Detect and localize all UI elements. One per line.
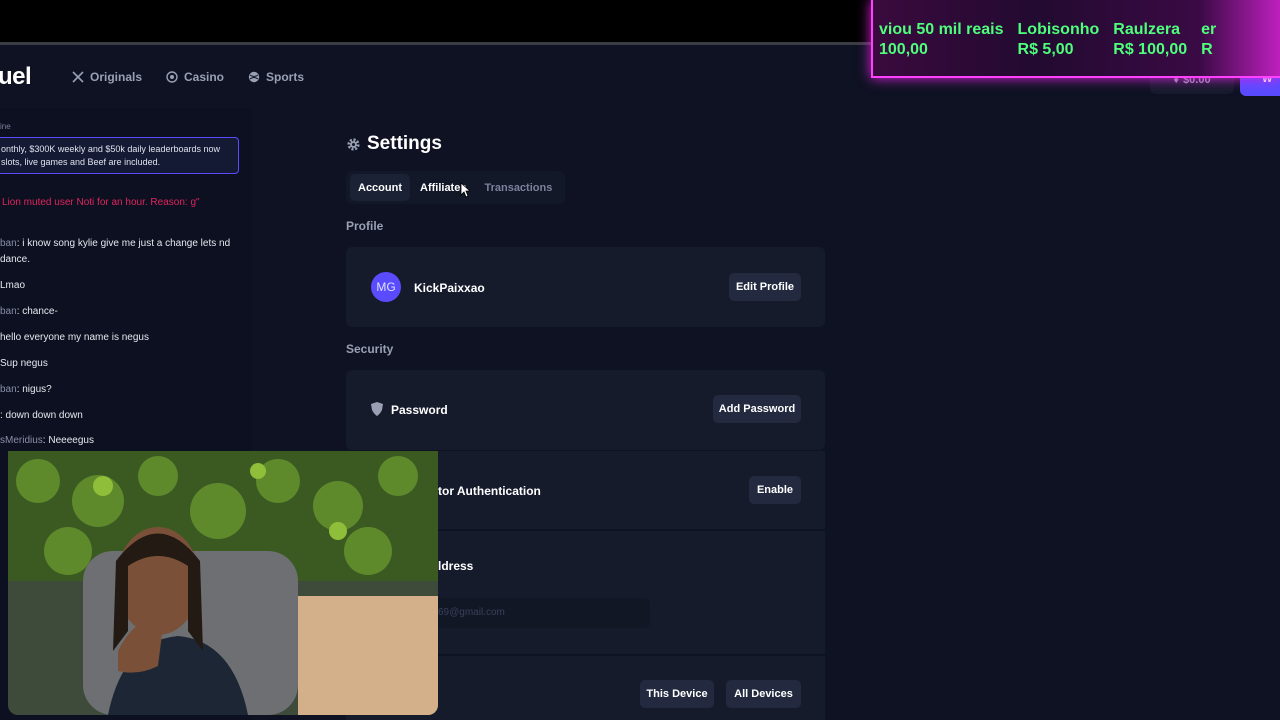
site-logo[interactable]: uel <box>0 63 32 91</box>
chat-text: : chance- <box>16 306 58 317</box>
donation-entry: Raulzera R$ 100,00 <box>1113 20 1187 60</box>
chat-text: hello everyone my name is negus <box>0 332 149 343</box>
chat-username[interactable]: ban <box>0 238 17 249</box>
avatar: MG <box>371 272 401 302</box>
donation-name: Raulzera <box>1113 21 1180 38</box>
chat-username[interactable]: ban <box>0 384 17 395</box>
nav-originals[interactable]: Originals <box>72 70 142 84</box>
webcam-feed <box>8 451 438 715</box>
chat-text: Lmao <box>0 280 26 291</box>
all-devices-button[interactable]: All Devices <box>726 680 801 708</box>
this-device-button[interactable]: This Device <box>640 680 714 708</box>
chat-message: sMeridius: Neeeegus <box>0 433 240 449</box>
donation-amount: R$ 5,00 <box>1017 41 1074 58</box>
edit-profile-button[interactable]: Edit Profile <box>729 273 801 301</box>
chat-pinned-message: onthly, $300K weekly and $50k daily lead… <box>0 137 239 174</box>
chat-message: Lmao <box>0 278 240 294</box>
enable-2fa-button[interactable]: Enable <box>749 476 801 504</box>
nav-sports-label: Sports <box>266 70 305 84</box>
profile-username: KickPaixxao <box>414 281 485 295</box>
crossed-swords-icon <box>72 71 84 83</box>
chat-message: ban: i know song kylie give me just a ch… <box>0 236 240 268</box>
tab-account[interactable]: Account <box>350 174 410 201</box>
tab-transactions[interactable]: Transactions <box>476 174 560 201</box>
nav-sports[interactable]: Sports <box>248 70 304 84</box>
donation-amount: R$ 100,00 <box>1113 41 1188 58</box>
chat-online-label: ine <box>0 122 11 131</box>
donation-amount: R <box>1201 41 1213 58</box>
mouse-cursor-icon <box>460 182 470 198</box>
chat-system-message: Lion muted user Noti for an hour. Reason… <box>2 197 200 208</box>
webcam-overlay <box>8 451 438 715</box>
donation-amount: 100,00 <box>879 41 928 58</box>
two-factor-label: tor Authentication <box>438 484 541 498</box>
password-label: Password <box>391 403 448 417</box>
page-title-text: Settings <box>367 133 442 154</box>
email-label: ldress <box>438 559 474 573</box>
ball-icon <box>248 71 260 83</box>
chat-message: Sup negus <box>0 356 240 372</box>
donation-entry: viou 50 mil reais 100,00 <box>879 20 1004 60</box>
chat-text: : nigus? <box>16 384 52 395</box>
donation-entry: Lobisonho R$ 5,00 <box>1018 20 1100 60</box>
chat-message: ban: chance- <box>0 304 240 320</box>
settings-tabs: Account Affiliates Transactions <box>346 171 565 204</box>
nav-originals-label: Originals <box>90 70 143 84</box>
chat-message: ban: nigus? <box>0 382 240 398</box>
email-field[interactable]: 69@gmail.com <box>430 598 650 628</box>
chat-text: : down down down <box>0 410 83 421</box>
chat-username[interactable]: sMeridius <box>0 435 43 446</box>
chat-username[interactable]: ban <box>0 306 17 317</box>
donation-overlay: viou 50 mil reais 100,00 Lobisonho R$ 5,00… <box>871 0 1280 78</box>
chip-icon <box>166 71 178 83</box>
nav-casino-label: Casino <box>184 70 225 84</box>
page-title: Settings <box>346 133 442 155</box>
donation-entry: er R <box>1201 20 1216 60</box>
donation-name: Lobisonho <box>1017 21 1100 38</box>
add-password-button[interactable]: Add Password <box>713 395 801 423</box>
chat-message: hello everyone my name is negus <box>0 330 240 346</box>
security-section-label: Security <box>346 342 394 356</box>
chat-message: : down down down <box>0 408 240 424</box>
donation-name: viou 50 mil reais <box>879 21 1004 38</box>
donation-name: er <box>1201 21 1217 38</box>
chat-text: : i know song kylie give me just a chang… <box>0 238 231 265</box>
gear-icon <box>347 137 360 151</box>
profile-section-label: Profile <box>346 219 384 233</box>
chat-text: : Neeeegus <box>42 435 94 446</box>
shield-icon <box>371 402 383 416</box>
nav-casino[interactable]: Casino <box>166 70 224 84</box>
chat-text: Sup negus <box>0 358 48 369</box>
